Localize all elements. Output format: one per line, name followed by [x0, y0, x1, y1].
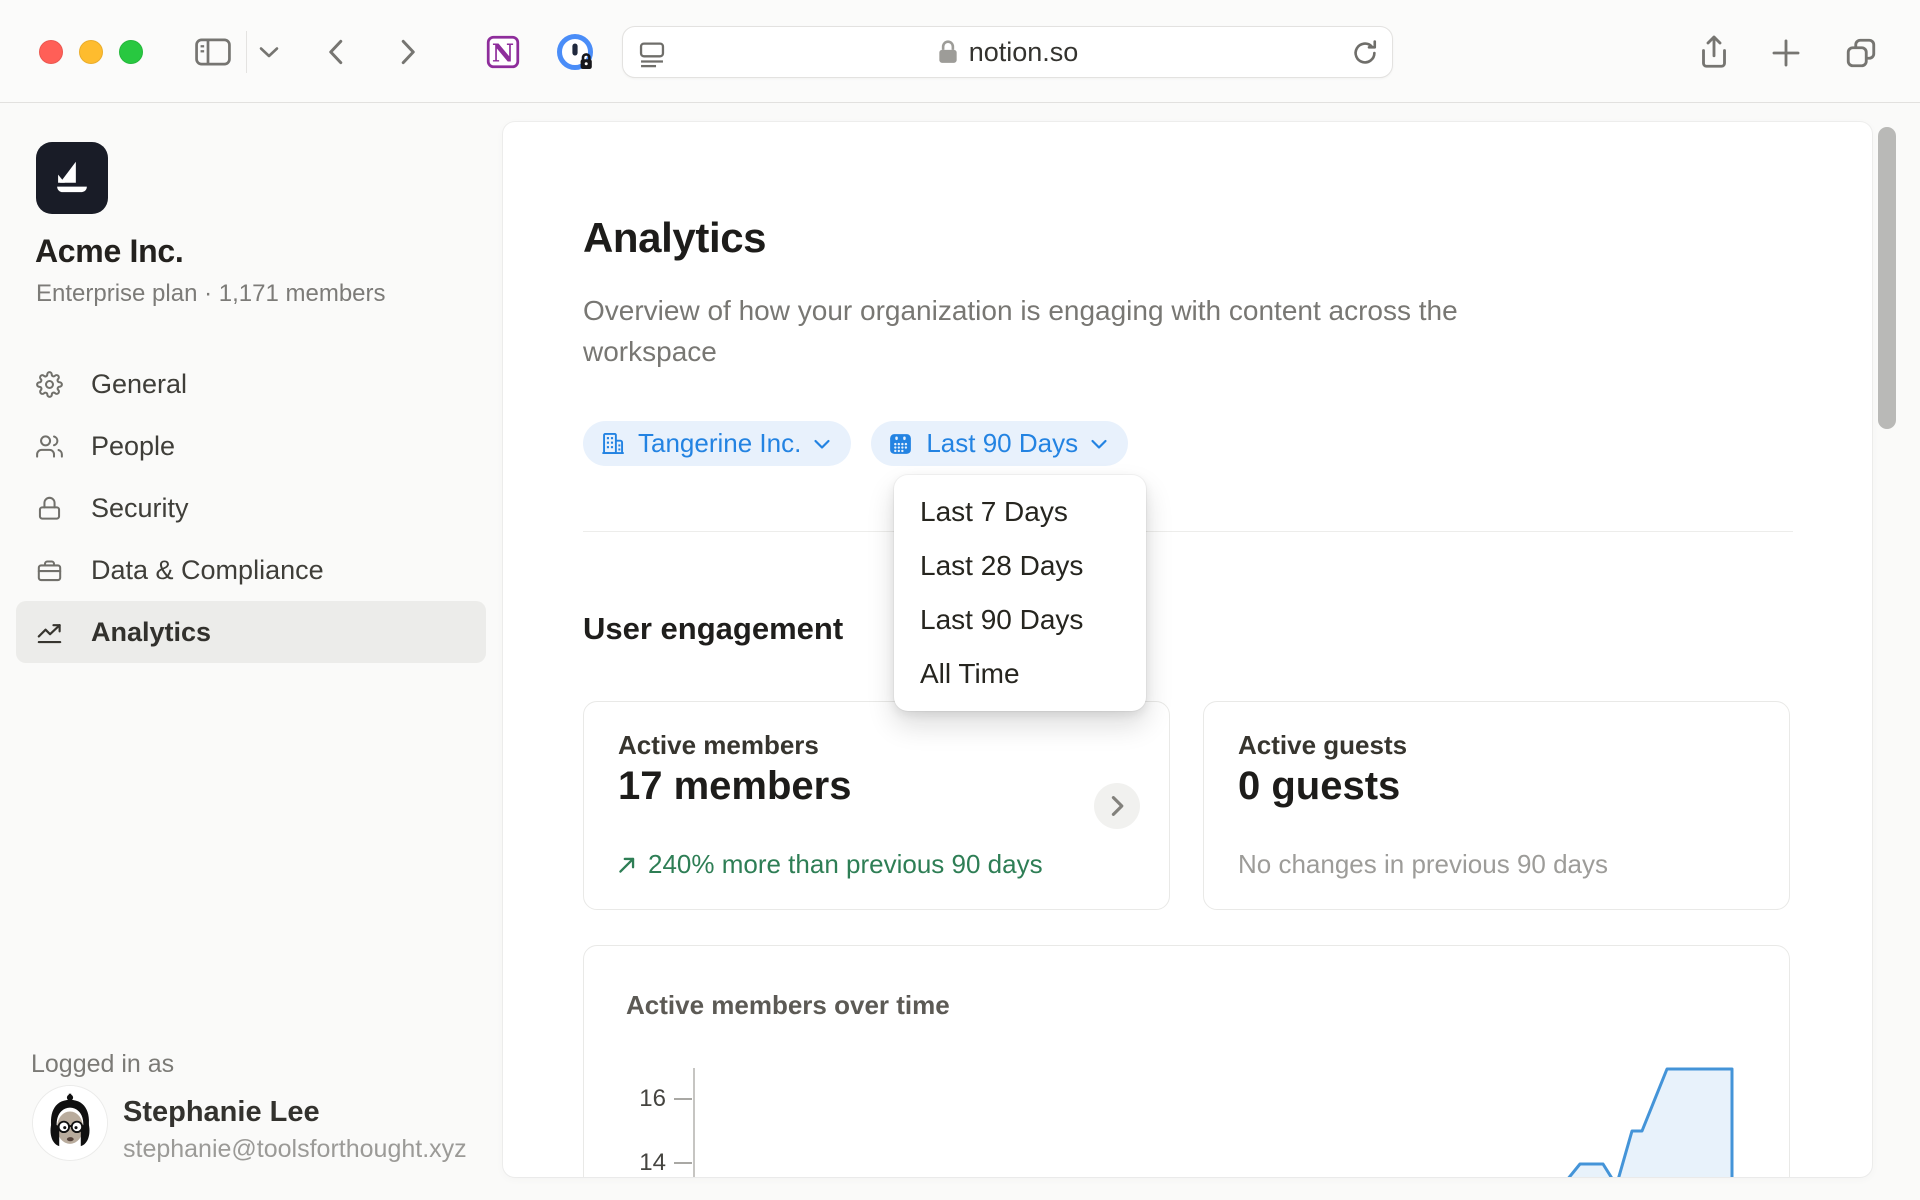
workspace-filter-label: Tangerine Inc. [638, 428, 801, 459]
page-title: Analytics [583, 214, 766, 262]
page-description: Overview of how your organization is eng… [583, 290, 1543, 372]
toolbar-chevron-down-icon[interactable] [258, 45, 280, 59]
card-note: No changes in previous 90 days [1238, 849, 1608, 880]
scrollbar-thumb[interactable] [1878, 127, 1896, 429]
svg-text:N: N [492, 39, 514, 68]
window-minimize-button[interactable] [79, 40, 103, 64]
briefcase-icon [36, 557, 63, 584]
chevron-right-icon [1108, 794, 1126, 818]
lock-icon [36, 495, 63, 522]
chart-area [1567, 1069, 1732, 1177]
new-tab-icon[interactable] [1769, 36, 1803, 70]
back-icon[interactable] [322, 37, 352, 67]
section-divider [583, 531, 1793, 532]
date-range-filter-pill[interactable]: Last 90 Days [871, 421, 1128, 466]
safari-window: N [0, 0, 1920, 1200]
url-bar[interactable]: notion.so [622, 26, 1393, 78]
url-text: notion.so [969, 37, 1079, 68]
dropdown-option-last-90-days[interactable]: Last 90 Days [894, 593, 1146, 647]
people-icon [36, 433, 63, 460]
notion-favicon-icon[interactable]: N [484, 33, 522, 71]
workspace-plan: Enterprise plan · 1,171 members [36, 280, 386, 308]
dropdown-option-all-time[interactable]: All Time [894, 647, 1146, 701]
sidebar-item-label: Security [91, 493, 189, 524]
sidebar-item-general[interactable]: General [16, 353, 486, 415]
sidebar-item-people[interactable]: People [16, 415, 486, 477]
sidebar-item-label: Data & Compliance [91, 555, 324, 586]
logged-in-as-label: Logged in as [31, 1050, 174, 1079]
date-range-dropdown-menu: Last 7 Days Last 28 Days Last 90 Days Al… [894, 475, 1146, 711]
onepassword-extension-icon[interactable] [556, 33, 596, 73]
dropdown-option-last-7-days[interactable]: Last 7 Days [894, 485, 1146, 539]
members-over-time-chart [584, 946, 1790, 1177]
avatar [33, 1086, 107, 1160]
card-value: 17 members [618, 764, 851, 809]
chevron-down-icon [1090, 438, 1108, 450]
sidebar-item-label: Analytics [91, 617, 211, 648]
card-label: Active guests [1238, 730, 1407, 761]
reload-icon[interactable] [1350, 38, 1380, 68]
lock-icon [937, 39, 959, 65]
sidebar-item-label: General [91, 369, 187, 400]
card-chevron-right-button[interactable] [1094, 783, 1140, 829]
forward-icon[interactable] [392, 37, 422, 67]
analytics-trend-icon [36, 619, 63, 646]
sidebar-item-data-compliance[interactable]: Data & Compliance [16, 539, 486, 601]
window-zoom-button[interactable] [119, 40, 143, 64]
card-value: 0 guests [1238, 764, 1400, 809]
sidebar-toggle-icon[interactable] [193, 34, 233, 70]
workspace-name: Acme Inc. [35, 233, 183, 270]
active-members-chart-card: Active members over time 16 14 [583, 945, 1790, 1177]
sidebar-item-label: People [91, 431, 175, 462]
section-title: User engagement [583, 611, 843, 647]
browser-toolbar: N [0, 0, 1920, 103]
active-members-card: Active members 17 members 240% more than… [583, 701, 1170, 910]
settings-sidebar: Acme Inc. Enterprise plan · 1,171 member… [0, 103, 503, 1200]
sidebar-nav: General People Security [16, 353, 486, 663]
card-delta-text: 240% more than previous 90 days [648, 849, 1043, 880]
workspace-logo [36, 142, 108, 214]
toolbar-separator [246, 31, 247, 73]
active-guests-card: Active guests 0 guests No changes in pre… [1203, 701, 1790, 910]
settings-content-panel: Analytics Overview of how your organizat… [503, 122, 1872, 1177]
chevron-down-icon [813, 438, 831, 450]
sidebar-item-analytics[interactable]: Analytics [16, 601, 486, 663]
gear-icon [36, 371, 63, 398]
date-range-filter-label: Last 90 Days [926, 428, 1078, 459]
trend-up-arrow-icon [616, 854, 638, 876]
user-name: Stephanie Lee [123, 1096, 320, 1129]
tab-overview-icon[interactable] [1843, 35, 1879, 71]
card-label: Active members [618, 730, 819, 761]
sailboat-icon [49, 155, 95, 201]
workspace-filter-pill[interactable]: Tangerine Inc. [583, 421, 851, 466]
share-icon[interactable] [1696, 34, 1732, 70]
user-email: stephanie@toolsforthought.xyz [123, 1135, 467, 1164]
building-icon [599, 430, 626, 457]
calendar-icon [887, 430, 914, 457]
window-close-button[interactable] [39, 40, 63, 64]
sidebar-item-security[interactable]: Security [16, 477, 486, 539]
dropdown-option-last-28-days[interactable]: Last 28 Days [894, 539, 1146, 593]
